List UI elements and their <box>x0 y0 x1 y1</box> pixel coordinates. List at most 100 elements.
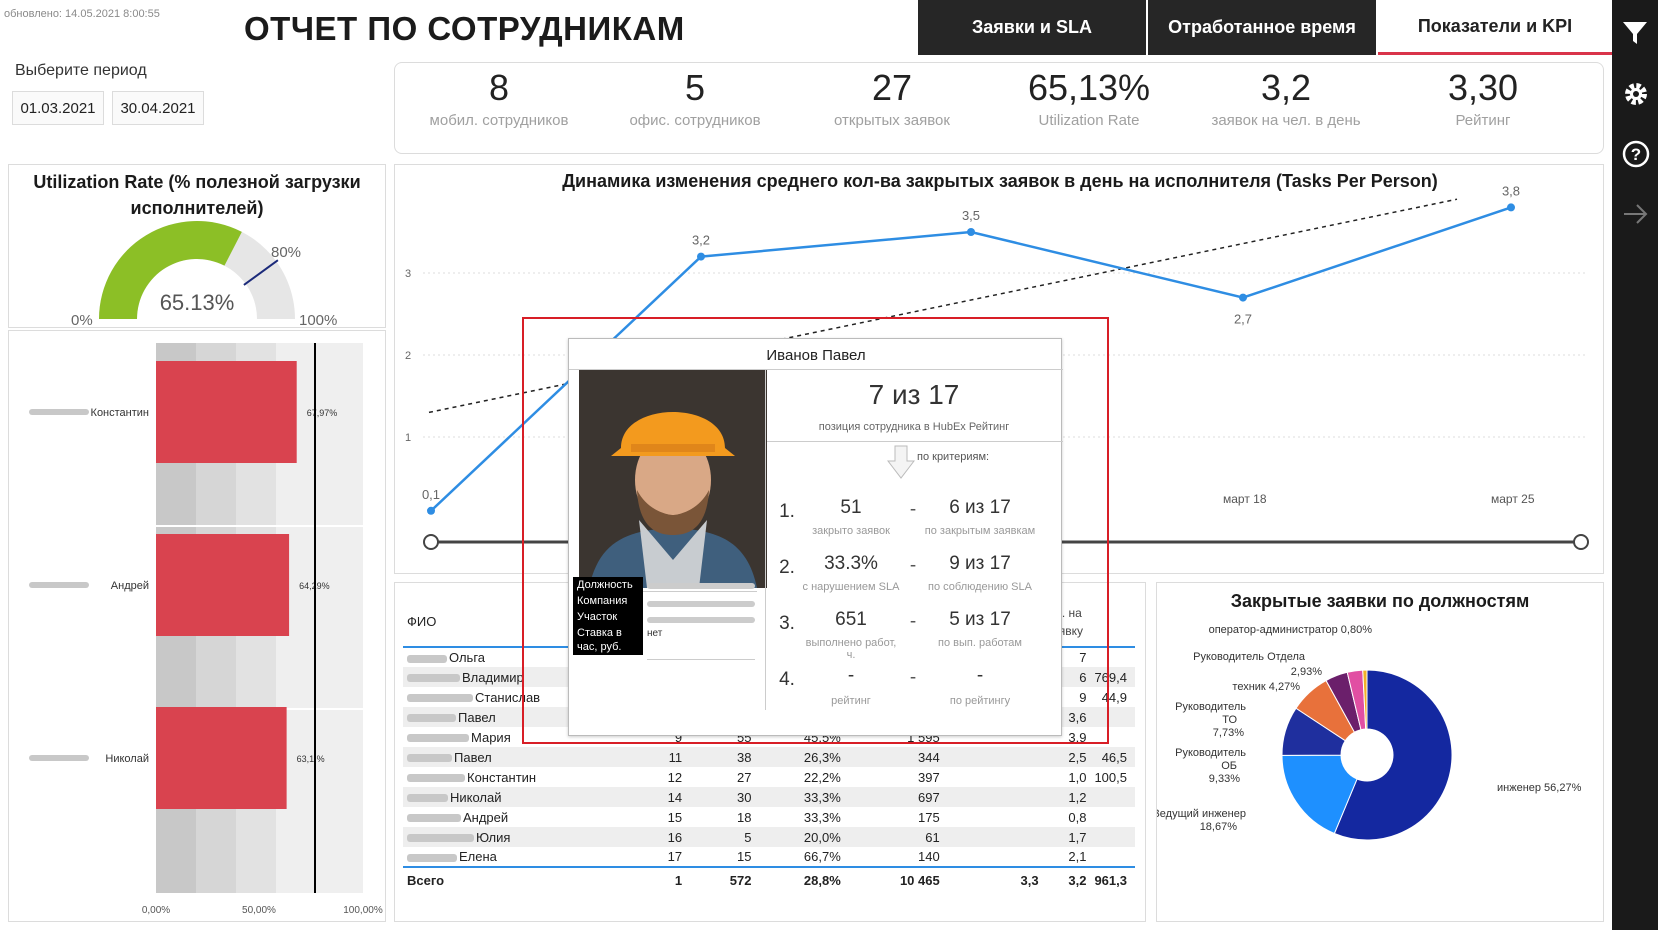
data-point[interactable] <box>1507 203 1515 212</box>
donut-label: Ведущий инженер <box>1157 808 1246 820</box>
data-label: 0,1 <box>422 487 440 502</box>
utilization-bar-chart: Константин67,97%Андрей64,29%Николай63,1 … <box>29 343 383 916</box>
date-from-input[interactable]: 01.03.2021 <box>12 91 104 125</box>
table-cell: 2,5 <box>1068 749 1087 765</box>
data-point[interactable] <box>697 252 705 261</box>
table-cell <box>948 747 1047 767</box>
gauge-max-label: 100% <box>299 312 337 329</box>
gauge-min-label: 0% <box>71 312 93 329</box>
table-cell: 22,2% <box>803 769 841 785</box>
donut-label: ТО <box>1222 714 1237 726</box>
kpi-mobile-employees: 8 мобил. сотрудников <box>401 68 597 129</box>
donut-panel: Закрытые заявки по должностям оператор-а… <box>1156 582 1604 922</box>
donut-label: ОБ <box>1221 760 1237 772</box>
cell-name: Андрей <box>403 807 631 827</box>
redacted-surname <box>29 755 89 761</box>
employee-name: Владимир <box>462 669 524 685</box>
settings-gear-icon[interactable] <box>1622 80 1648 106</box>
table-cell: 20,0% <box>803 829 841 845</box>
range-slider-handle-right[interactable] <box>1573 534 1589 550</box>
date-to-value: 30.04.2021 <box>120 99 196 117</box>
table-cell: 697 <box>918 789 940 805</box>
table-cell: 397 <box>918 769 940 785</box>
tab-label: Заявки и SLA <box>972 17 1092 37</box>
range-slider-handle-left[interactable] <box>423 534 439 550</box>
table-total-row[interactable]: Всего 1 572 28,8% 10 465 3,3 3,2 961,3 <box>403 867 1135 893</box>
cell-name: Всего <box>403 867 631 893</box>
table-row[interactable]: Павел 11 38 26,3% 344 2,5 46,5 <box>403 747 1135 767</box>
kpi-office-employees: 5 офис. сотрудников <box>597 68 793 129</box>
tab-label: Показатели и KPI <box>1417 15 1573 36</box>
redacted-surname <box>407 754 452 763</box>
axis-tick-label: 50,00% <box>242 905 276 916</box>
data-point[interactable] <box>427 506 435 515</box>
y-tick-label: 2 <box>405 350 411 362</box>
employee-name: Елена <box>459 849 497 864</box>
kpi-value: 8 <box>488 67 510 108</box>
redacted-surname <box>407 654 447 663</box>
axis-tick-label: 100,00% <box>343 905 383 916</box>
redacted-surname <box>29 582 89 588</box>
help-icon[interactable]: ? <box>1622 140 1650 168</box>
table-cell: 100,5 <box>1094 769 1127 785</box>
util-bar[interactable] <box>156 707 287 809</box>
x-tick-label: март 18 <box>1223 492 1267 506</box>
table-cell: 15 <box>736 849 752 864</box>
gauge-target-label: 80% <box>271 244 301 261</box>
table-row[interactable]: Николай 14 30 33,3% 697 1,2 <box>403 787 1135 807</box>
highlight-frame <box>522 317 1109 744</box>
tab-worked-time[interactable]: Отработанное время <box>1148 0 1376 55</box>
table-cell: 18 <box>736 809 752 825</box>
data-label: 2,7 <box>1234 312 1252 327</box>
data-point[interactable] <box>1239 293 1247 302</box>
data-point[interactable] <box>967 228 975 236</box>
x-tick-label: март 25 <box>1491 492 1535 506</box>
table-cell: 2,1 <box>1068 849 1087 864</box>
date-to-input[interactable]: 30.04.2021 <box>112 91 204 125</box>
donut-label: Руководитель Отдела <box>1193 651 1306 663</box>
tab-requests-sla[interactable]: Заявки и SLA <box>918 0 1146 55</box>
tab-kpi[interactable]: Показатели и KPI <box>1378 0 1612 55</box>
table-cell: 1,7 <box>1068 829 1087 845</box>
table-cell: 26,3% <box>803 749 841 765</box>
table-cell <box>948 767 1047 787</box>
table-cell: 38 <box>736 749 752 765</box>
arrow-right-icon[interactable] <box>1622 200 1648 226</box>
cell-name: Павел <box>403 747 631 767</box>
redacted-surname <box>407 674 460 683</box>
util-bar-name: Константин <box>91 407 149 419</box>
table-cell: 66,7% <box>803 849 841 864</box>
redacted-surname <box>407 714 456 723</box>
kpi-label: открытых заявок <box>834 111 950 129</box>
gauge-chart: 65.13% 80% 0% 100% <box>71 221 337 329</box>
donut-label: инженер 56,27% <box>1497 782 1582 794</box>
util-bar-name: Николай <box>105 753 149 765</box>
table-cell: 27 <box>736 769 752 785</box>
donut-label: 2,93% <box>1291 666 1322 678</box>
table-cell: 0,8 <box>1068 809 1087 825</box>
table-row[interactable]: Елена 17 15 66,7% 140 2,1 <box>403 847 1135 867</box>
util-bar[interactable] <box>156 361 297 463</box>
table-cell: 33,3% <box>803 809 841 825</box>
table-cell <box>948 827 1047 847</box>
filter-icon[interactable] <box>1622 20 1648 46</box>
table-row[interactable]: Андрей 15 18 33,3% 175 0,8 <box>403 807 1135 827</box>
table-row[interactable]: Юлия 16 5 20,0% 61 1,7 <box>403 827 1135 847</box>
donut-chart: оператор-администратор 0,80% Руководител… <box>1157 624 1582 841</box>
kpi-value: 3,30 <box>1447 67 1519 108</box>
kpi-utilization-rate: 65,13% Utilization Rate <box>991 68 1187 129</box>
cell-name: Елена <box>403 847 631 867</box>
employee-name: Мария <box>471 729 511 745</box>
kpi-requests-per-person: 3,2 заявок на чел. в день <box>1188 68 1384 129</box>
table-row[interactable]: Константин 12 27 22,2% 397 1,0 100,5 <box>403 767 1135 787</box>
kpi-label: заявок на чел. в день <box>1211 111 1361 129</box>
util-bar[interactable] <box>156 534 290 636</box>
table-cell: 17 <box>667 849 683 864</box>
kpi-value: 5 <box>684 67 706 108</box>
table-cell <box>948 847 1047 867</box>
table-cell: 14 <box>667 789 683 805</box>
table-cell: 33,3% <box>803 789 841 805</box>
employee-name: Всего <box>407 873 445 888</box>
donut-label: 18,67% <box>1200 821 1238 833</box>
kpi-label: офис. сотрудников <box>629 111 761 129</box>
